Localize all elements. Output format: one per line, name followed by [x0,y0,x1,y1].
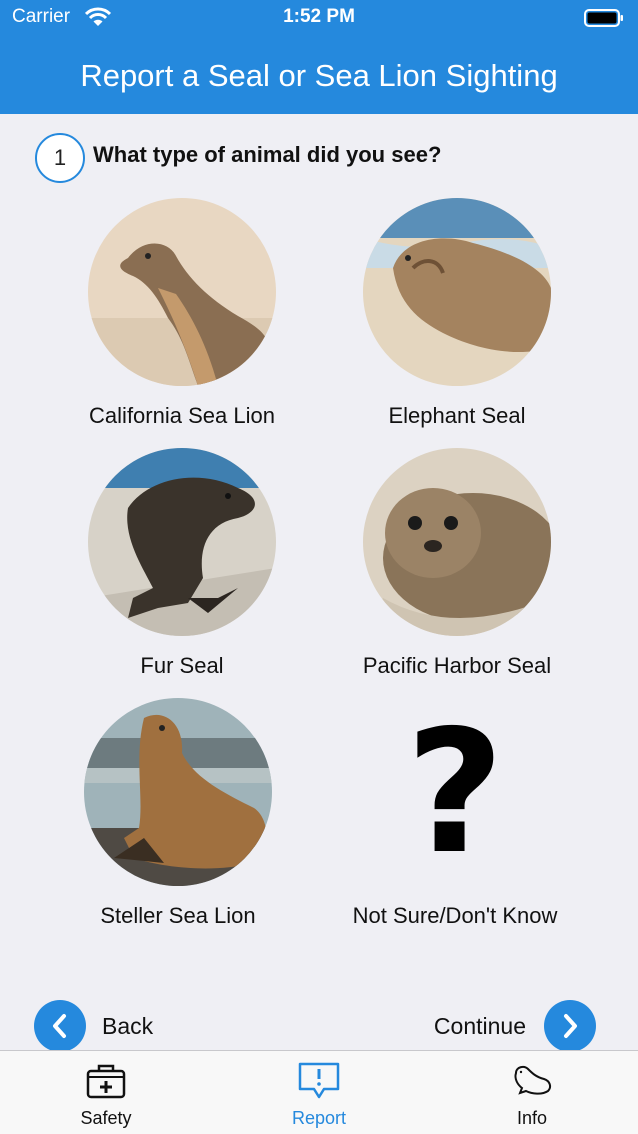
report-sighting-screen: Carrier 1:52 PM Report a Seal or Sea Lio… [0,0,638,1134]
first-aid-kit-icon [86,1064,126,1099]
tab-safety[interactable]: Safety [0,1051,212,1134]
back-button[interactable]: Back [34,1000,153,1052]
option-label: Not Sure/Don't Know [352,903,558,928]
report-speech-bubble-icon [298,1062,340,1099]
option-elephant-seal[interactable]: Elephant Seal [319,198,595,438]
option-label: Pacific Harbor Seal [362,653,552,678]
tab-info[interactable]: Info [426,1051,638,1134]
continue-label[interactable]: Continue [434,1013,526,1040]
chevron-right-icon [564,1014,577,1038]
chevron-left-icon [53,1014,66,1038]
elephant-seal-photo [363,198,551,386]
pacific-harbor-seal-photo [363,448,551,636]
back-arrow-circle[interactable] [34,1000,86,1052]
fur-seal-photo [88,448,276,636]
option-not-sure[interactable]: ? Not Sure/Don't Know [317,698,593,938]
california-sea-lion-photo [88,198,276,386]
tab-bar: Safety Report Info [0,1050,638,1134]
option-label: Steller Sea Lion [100,903,256,928]
tab-report[interactable]: Report [213,1051,425,1134]
seal-icon [514,1065,552,1095]
continue-button[interactable]: Continue [434,1000,596,1052]
option-pacific-harbor-seal[interactable]: Pacific Harbor Seal [319,448,595,688]
option-fur-seal[interactable]: Fur Seal [44,448,320,688]
battery-icon [584,9,623,27]
status-time: 1:52 PM [283,6,355,27]
option-label: Elephant Seal [388,403,526,428]
continue-arrow-circle[interactable] [544,1000,596,1052]
status-bar: Carrier 1:52 PM [0,0,638,36]
navigation-header: Carrier 1:52 PM Report a Seal or Sea Lio… [0,0,638,114]
option-california-sea-lion[interactable]: California Sea Lion [44,198,320,438]
option-label: California Sea Lion [89,403,275,428]
tab-label: Info [516,1108,548,1128]
option-label: Fur Seal [140,653,224,678]
back-label[interactable]: Back [102,1013,153,1040]
question-mark-icon: ? [405,694,505,892]
tab-label: Report [291,1108,347,1128]
steller-sea-lion-photo [84,698,272,886]
option-steller-sea-lion[interactable]: Steller Sea Lion [40,698,316,938]
tab-label: Safety [80,1108,132,1128]
page-title: Report a Seal or Sea Lion Sighting [80,58,558,93]
step-number-badge: 1 [35,133,85,183]
question-text: What type of animal did you see? [93,142,442,167]
